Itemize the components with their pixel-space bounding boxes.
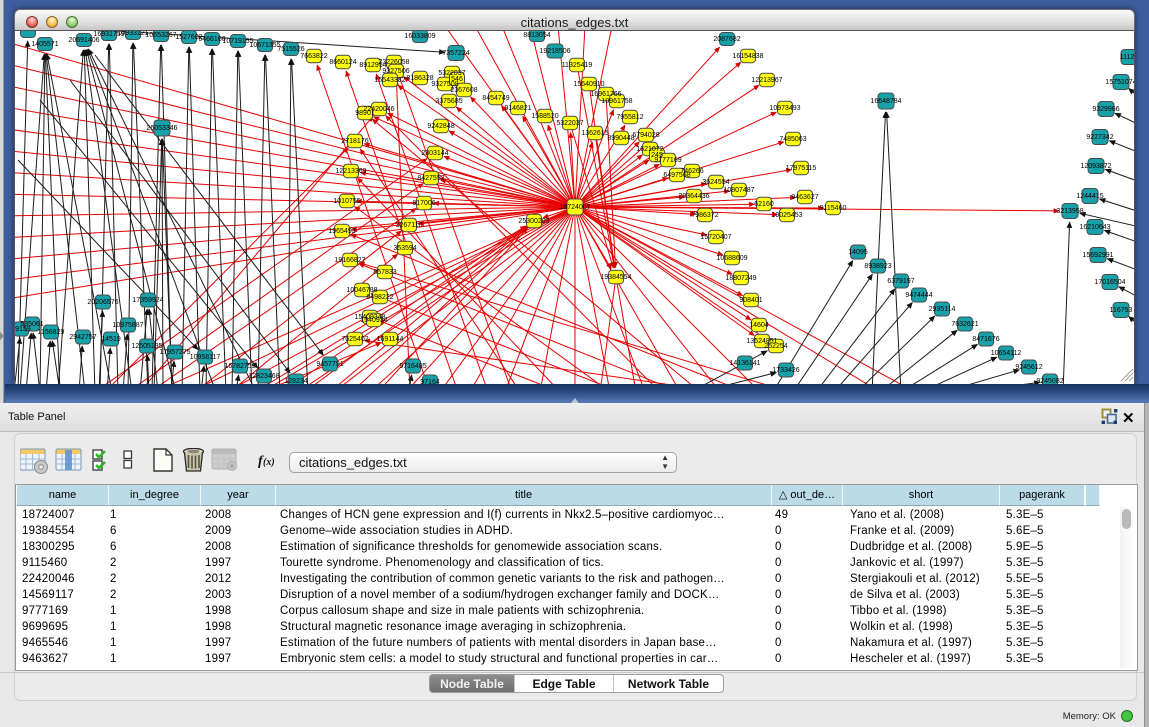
svg-text:(x): (x) xyxy=(263,457,275,468)
